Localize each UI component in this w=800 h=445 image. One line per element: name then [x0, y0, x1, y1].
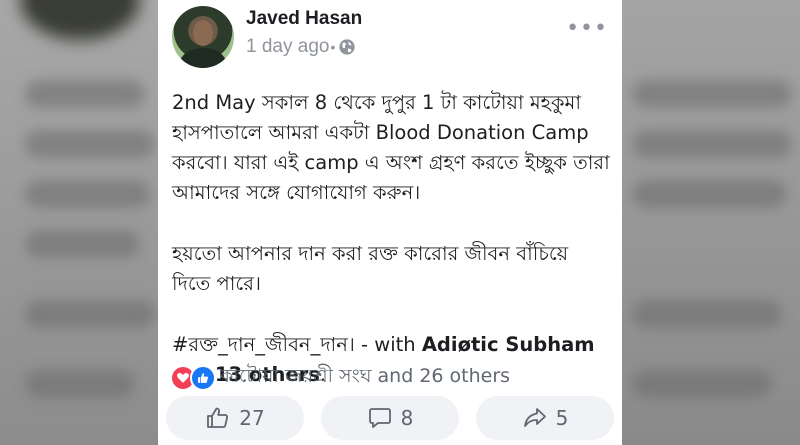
- meta-separator: •: [330, 39, 336, 55]
- action-bar: 27 8 5: [166, 396, 614, 440]
- comment-count: 8: [400, 406, 414, 430]
- background-blur-text: [25, 230, 140, 258]
- author-avatar[interactable]: [172, 6, 234, 68]
- background-left-blur: [0, 0, 158, 445]
- reactions-text: কাটোয়া জয়শ্রী সংঘ and 26 others: [220, 365, 511, 387]
- background-blur-text: [25, 300, 155, 328]
- reactions-summary[interactable]: কাটোয়া জয়শ্রী সংঘ and 26 others: [170, 362, 510, 394]
- background-blur-text: [632, 300, 782, 328]
- like-icon: [190, 365, 216, 391]
- like-button[interactable]: 27: [166, 396, 304, 440]
- thumbs-up-icon: [207, 407, 229, 428]
- share-icon: [523, 408, 546, 427]
- comment-icon: [368, 408, 391, 428]
- more-options-icon[interactable]: •••: [566, 16, 608, 41]
- globe-icon: [339, 39, 356, 55]
- author-name[interactable]: Javed Hasan: [246, 8, 362, 30]
- tagged-person-link[interactable]: Adiøtic Subham: [422, 333, 595, 356]
- background-blur-text: [632, 80, 792, 108]
- avatar-shirt: [180, 48, 226, 68]
- comment-button[interactable]: 8: [321, 396, 459, 440]
- background-avatar-blur: [20, 0, 140, 40]
- background-blur-text: [25, 180, 150, 208]
- background-blur-text: [632, 370, 772, 398]
- post-body: 2nd May সকাল 8 থেকে দুপুর 1 টা কাটোয়া ম…: [172, 88, 612, 390]
- background-right-blur: [622, 0, 800, 445]
- background-blur-text: [632, 180, 787, 208]
- facebook-post-card: Javed Hasan 1 day ago • ••• 2nd May সকাল…: [158, 0, 622, 445]
- like-count: 27: [239, 406, 265, 430]
- post-time[interactable]: 1 day ago: [246, 36, 329, 58]
- background-blur-text: [25, 130, 155, 158]
- post-paragraph-2: হয়তো আপনার দান করা রক্ত কারোর জীবন বাঁচ…: [172, 242, 569, 295]
- with-text: - with: [354, 333, 422, 356]
- share-count: 5: [555, 406, 569, 430]
- avatar-face: [193, 20, 213, 46]
- share-button[interactable]: 5: [476, 396, 614, 440]
- background-blur-text: [632, 130, 792, 158]
- post-paragraph-1: 2nd May সকাল 8 থেকে দুপুর 1 টা কাটোয়া ম…: [172, 91, 610, 204]
- post-meta: 1 day ago •: [246, 36, 356, 58]
- background-blur-text: [25, 80, 145, 108]
- background-blur-text: [25, 370, 135, 398]
- hashtag-link[interactable]: #রক্ত_দান_জীবন_দান।: [172, 333, 355, 356]
